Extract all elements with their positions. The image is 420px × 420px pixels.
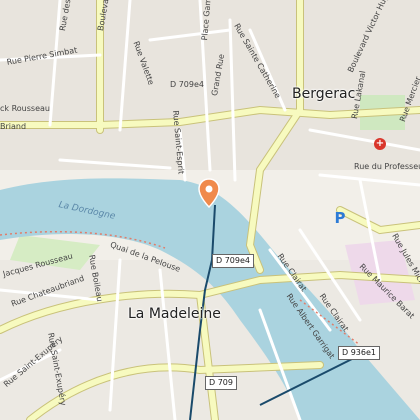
street-label: D 709e4 <box>170 80 204 89</box>
city-label-la-madeleine: La Madeleine <box>128 306 221 322</box>
street-label: Rue du Professeur <box>354 162 420 171</box>
map-view[interactable]: Bergerac La Madeleine La Dordogne D 709e… <box>0 0 420 420</box>
road-shield-d709e4: D 709e4 <box>212 254 254 268</box>
city-label-bergerac: Bergerac <box>292 86 356 102</box>
hospital-icon[interactable]: + <box>374 138 386 150</box>
road-shield-d709: D 709 <box>205 376 237 390</box>
street-label: ck Rousseau <box>0 104 50 113</box>
parking-icon[interactable]: P <box>332 210 348 226</box>
street-label: Briand <box>0 122 27 131</box>
map-pin-icon[interactable] <box>198 178 220 208</box>
road-shield-d936e1: D 936e1 <box>338 346 380 360</box>
